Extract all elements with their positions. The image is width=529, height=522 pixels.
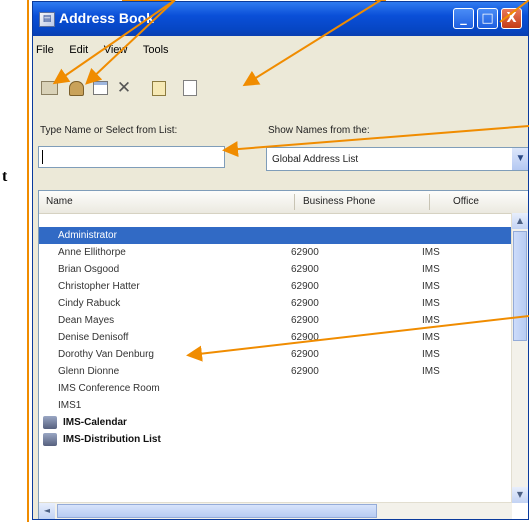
contact-name: Denise Denisoff bbox=[58, 332, 129, 343]
text-caret bbox=[42, 150, 43, 164]
delete-button[interactable]: ✕ bbox=[114, 78, 134, 98]
address-list-select[interactable]: Global Address List ▼ bbox=[266, 147, 528, 171]
vertical-scroll-thumb[interactable] bbox=[513, 231, 527, 341]
list-header: Name Business Phone Office bbox=[39, 191, 528, 214]
contact-name: Administrator bbox=[58, 230, 117, 241]
menu-file[interactable]: File bbox=[33, 42, 60, 56]
maximize-button[interactable]: □ bbox=[477, 8, 498, 29]
column-header-business-phone[interactable]: Business Phone bbox=[303, 196, 375, 207]
scroll-left-icon[interactable]: ◄ bbox=[39, 503, 55, 519]
table-row[interactable]: IMS-Calendar bbox=[39, 414, 511, 431]
contact-office: IMS bbox=[422, 366, 440, 377]
minimize-button[interactable]: _ bbox=[453, 8, 474, 29]
column-header-office[interactable]: Office bbox=[453, 196, 479, 207]
title-bar[interactable]: ▤ Address Book _ □ X bbox=[33, 2, 528, 36]
new-message-button[interactable] bbox=[180, 78, 200, 98]
table-row[interactable]: Cindy Rabuck 62900 IMS bbox=[39, 295, 511, 312]
vertical-scrollbar[interactable]: ▲ ▼ bbox=[511, 213, 528, 503]
name-search-input[interactable] bbox=[38, 146, 225, 168]
window-title: Address Book bbox=[59, 10, 154, 26]
contact-office: IMS bbox=[422, 349, 440, 360]
contact-office: IMS bbox=[422, 332, 440, 343]
toolbar: ✕ bbox=[39, 78, 528, 102]
contact-business-phone: 62900 bbox=[291, 332, 319, 343]
find-button[interactable] bbox=[149, 78, 169, 98]
table-row[interactable]: Anne Ellithorpe 62900 IMS bbox=[39, 244, 511, 261]
contact-business-phone: 62900 bbox=[291, 247, 319, 258]
contact-business-phone: 62900 bbox=[291, 281, 319, 292]
side-caption-fragment: t bbox=[2, 168, 8, 185]
contact-business-phone: 62900 bbox=[291, 349, 319, 360]
show-names-label: Show Names from the: bbox=[268, 125, 370, 136]
horizontal-scrollbar[interactable]: ◄ bbox=[39, 502, 512, 519]
contact-name: Anne Ellithorpe bbox=[58, 247, 126, 258]
table-row[interactable]: Glenn Dionne 62900 IMS bbox=[39, 363, 511, 380]
contact-name: Dean Mayes bbox=[58, 315, 115, 326]
distribution-list-icon bbox=[43, 433, 57, 446]
menu-tools[interactable]: Tools bbox=[137, 42, 175, 56]
scroll-up-icon[interactable]: ▲ bbox=[512, 213, 528, 229]
contact-name: Brian Osgood bbox=[58, 264, 120, 275]
address-list-value: Global Address List bbox=[272, 154, 359, 165]
table-row[interactable]: IMS-Distribution List bbox=[39, 431, 511, 448]
distribution-list-icon bbox=[43, 416, 57, 429]
table-row[interactable]: Dorothy Van Denburg 62900 IMS bbox=[39, 346, 511, 363]
table-row[interactable]: Brian Osgood 62900 IMS bbox=[39, 261, 511, 278]
close-button[interactable]: X bbox=[501, 8, 522, 29]
chevron-down-icon[interactable]: ▼ bbox=[512, 148, 528, 170]
address-book-icon: ▤ bbox=[39, 12, 55, 27]
address-book-window: ▤ Address Book _ □ X File Edit View Tool… bbox=[32, 1, 529, 520]
table-row[interactable]: Christopher Hatter 62900 IMS bbox=[39, 278, 511, 295]
menu-bar: File Edit View Tools bbox=[33, 42, 528, 62]
new-entry-icon bbox=[68, 80, 84, 96]
contact-office: IMS bbox=[422, 298, 440, 309]
contact-business-phone: 62900 bbox=[291, 315, 319, 326]
new-entry-button[interactable] bbox=[66, 78, 86, 98]
contact-name: IMS-Distribution List bbox=[63, 434, 161, 445]
search-label: Type Name or Select from List: bbox=[40, 125, 178, 136]
contact-name: Christopher Hatter bbox=[58, 281, 140, 292]
contact-office: IMS bbox=[422, 315, 440, 326]
contact-office: IMS bbox=[422, 264, 440, 275]
menu-edit[interactable]: Edit bbox=[63, 42, 94, 56]
contact-office: IMS bbox=[422, 247, 440, 258]
menu-view[interactable]: View bbox=[98, 42, 134, 56]
contacts-list: Name Business Phone Office Administrator… bbox=[38, 190, 528, 519]
properties-button[interactable] bbox=[90, 78, 110, 98]
contact-name: Dorothy Van Denburg bbox=[58, 349, 154, 360]
contact-name: IMS1 bbox=[58, 400, 82, 411]
contact-name: Glenn Dionne bbox=[58, 366, 120, 377]
table-row[interactable]: Administrator bbox=[39, 227, 511, 244]
contact-rows: Administrator Anne Ellithorpe 62900 IMS Bria… bbox=[39, 227, 511, 448]
find-icon bbox=[152, 80, 166, 96]
properties-icon bbox=[92, 81, 108, 95]
contact-office: IMS bbox=[422, 281, 440, 292]
contact-name: IMS-Calendar bbox=[63, 417, 127, 428]
table-row[interactable]: Dean Mayes 62900 IMS bbox=[39, 312, 511, 329]
horizontal-scroll-thumb[interactable] bbox=[57, 504, 377, 518]
contact-business-phone: 62900 bbox=[291, 264, 319, 275]
table-row[interactable]: Denise Denisoff 62900 IMS bbox=[39, 329, 511, 346]
contact-business-phone: 62900 bbox=[291, 366, 319, 377]
scroll-down-icon[interactable]: ▼ bbox=[512, 487, 528, 503]
address-book-icon bbox=[40, 81, 58, 95]
contact-name: Cindy Rabuck bbox=[58, 298, 121, 309]
contact-name: IMS Conference Room bbox=[58, 383, 160, 394]
table-row[interactable]: IMS1 bbox=[39, 397, 511, 414]
column-divider[interactable] bbox=[429, 194, 430, 210]
address-book-button[interactable] bbox=[39, 78, 59, 98]
new-message-icon bbox=[183, 80, 197, 96]
contact-business-phone: 62900 bbox=[291, 298, 319, 309]
column-header-name[interactable]: Name bbox=[46, 196, 73, 207]
delete-icon: ✕ bbox=[116, 77, 132, 98]
table-row[interactable]: IMS Conference Room bbox=[39, 380, 511, 397]
column-divider[interactable] bbox=[294, 194, 295, 210]
